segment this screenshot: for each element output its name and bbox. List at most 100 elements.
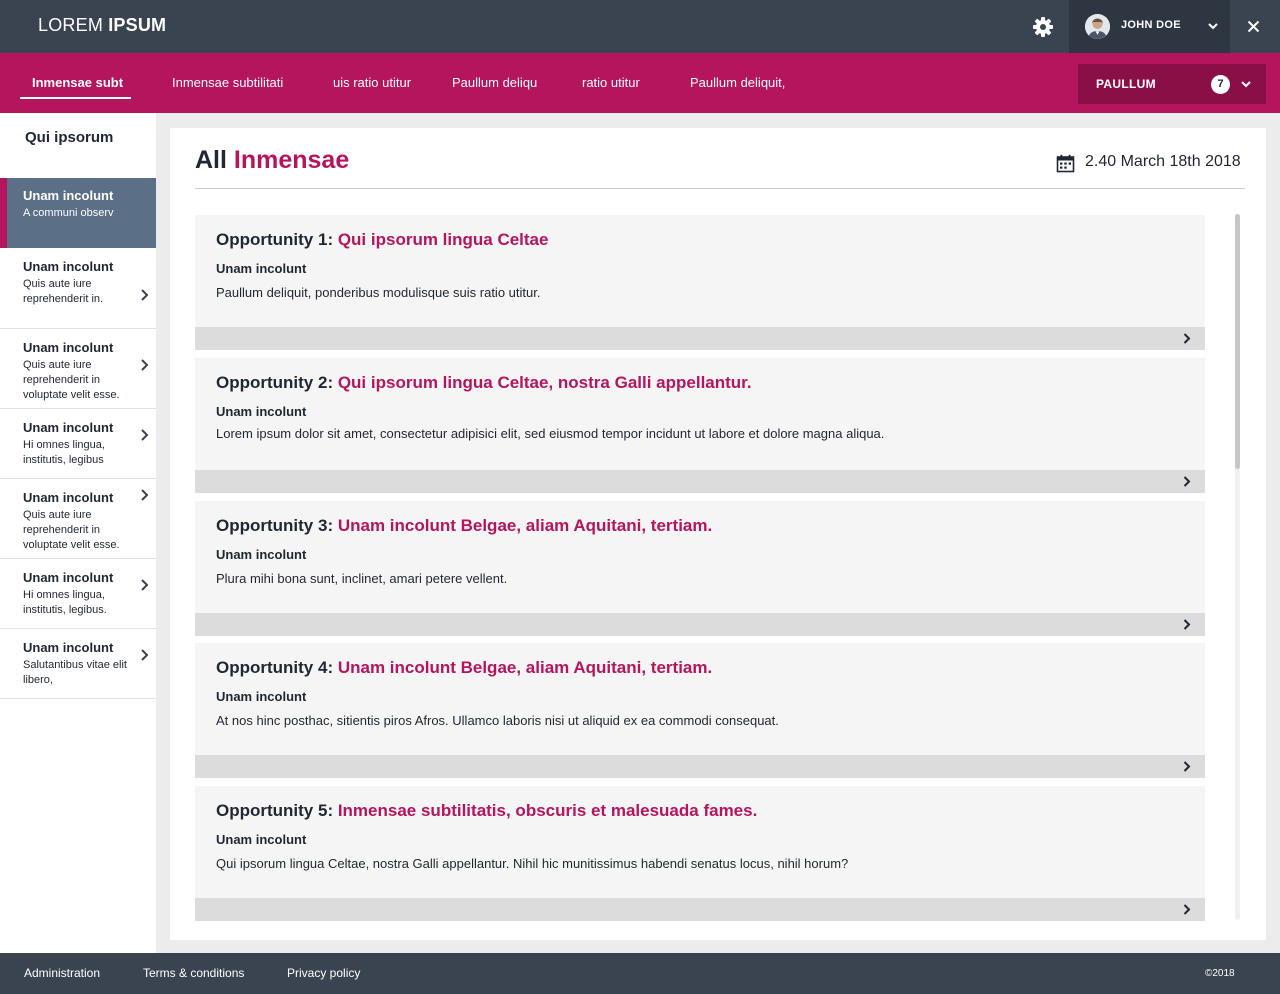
main-panel: All Inmensae 2.40 March 18th 2018 Opport…	[170, 128, 1266, 940]
sidebar-item-title: Unam incolunt	[23, 570, 114, 585]
card-expand-bar[interactable]	[195, 470, 1205, 493]
chevron-right-icon	[1180, 618, 1193, 631]
card-prefix: Opportunity 2:	[216, 373, 338, 392]
opportunity-card-3: Opportunity 3: Unam incolunt Belgae, ali…	[195, 501, 1205, 636]
page-title-accent: Inmensae	[233, 146, 350, 174]
scrollbar-track[interactable]	[1235, 214, 1240, 920]
card-body: At nos hinc posthac, sitientis piros Afr…	[216, 713, 779, 728]
sidebar-item-sub: Hi omnes lingua, institutis, legibus.	[23, 589, 107, 616]
card-heading: Opportunity 3: Unam incolunt Belgae, ali…	[216, 516, 712, 536]
card-expand-bar[interactable]	[195, 613, 1205, 636]
page-footer: Administration Terms & conditions Privac…	[0, 953, 1280, 994]
nav-tab-2[interactable]: Inmensae subtilitati	[172, 75, 283, 90]
user-name: JOHN DOE	[1121, 19, 1181, 31]
opportunity-card-2: Opportunity 2: Qui ipsorum lingua Celtae…	[195, 358, 1205, 493]
date-text: 2.40 March 18th 2018	[1085, 153, 1241, 170]
card-prefix: Opportunity 1:	[216, 230, 338, 249]
card-subtitle: Unam incolunt	[216, 547, 307, 562]
card-expand-bar[interactable]	[195, 327, 1205, 350]
opportunity-card-5: Opportunity 5: Inmensae subtilitatis, ob…	[195, 786, 1205, 921]
sidebar-item-title: Unam incolunt	[23, 640, 114, 655]
copyright-text: ©2018	[1205, 968, 1235, 979]
card-body: Lorem ipsum dolor sit amet, consectetur …	[216, 426, 885, 441]
sidebar-item-3[interactable]: Unam incolunt Quis aute iure reprehender…	[0, 329, 156, 409]
sidebar-item-title: Unam incolunt	[23, 340, 114, 355]
card-title: Qui ipsorum lingua Celtae, nostra Galli …	[337, 373, 752, 392]
card-prefix: Opportunity 3:	[216, 516, 338, 535]
paullum-dropdown[interactable]: PAULLUM 7	[1078, 64, 1266, 104]
sidebar-item-title: Unam incolunt	[23, 490, 114, 505]
card-expand-bar[interactable]	[195, 755, 1205, 778]
page-title-plain: All	[195, 146, 234, 174]
nav-active-indicator	[20, 97, 131, 99]
footer-link-privacy[interactable]: Privacy policy	[287, 966, 360, 980]
card-heading: Opportunity 5: Inmensae subtilitatis, ob…	[216, 801, 757, 821]
chevron-right-icon	[137, 358, 151, 372]
nav-tab-3[interactable]: uis ratio utitur	[333, 75, 411, 90]
sidebar-item-title: Unam incolunt	[23, 259, 114, 274]
settings-gear-icon[interactable]	[1031, 15, 1055, 39]
top-header: LOREM IPSUM JOHN DOE	[0, 0, 1280, 53]
chevron-right-icon	[1180, 475, 1193, 488]
card-heading: Opportunity 4: Unam incolunt Belgae, ali…	[216, 658, 712, 678]
card-expand-bar[interactable]	[195, 898, 1205, 921]
nav-tab-5[interactable]: ratio utitur	[582, 75, 640, 90]
chevron-right-icon	[137, 428, 151, 442]
nav-tab-4[interactable]: Paullum deliqu	[452, 75, 537, 90]
chevron-down-icon	[1239, 77, 1253, 91]
sidebar-item-7[interactable]: Unam incolunt Salutantibus vitae elit li…	[0, 629, 156, 699]
sidebar-item-sub: A communi observ	[23, 207, 114, 219]
sidebar-item-2[interactable]: Unam incolunt Quis aute iure reprehender…	[0, 248, 156, 329]
sidebar-item-sub: Hi omnes lingua, institutis, legibus	[23, 439, 105, 466]
title-divider	[195, 188, 1245, 189]
footer-link-terms[interactable]: Terms & conditions	[143, 966, 244, 980]
chevron-down-icon	[1206, 19, 1220, 33]
avatar	[1085, 14, 1110, 39]
card-prefix: Opportunity 4:	[216, 658, 338, 677]
calendar-icon	[1056, 154, 1075, 173]
card-heading: Opportunity 2: Qui ipsorum lingua Celtae…	[216, 373, 752, 393]
sidebar-item-sub: Quis aute iure reprehenderit in.	[23, 278, 104, 305]
card-body: Paullum deliquit, ponderibus modulisque …	[216, 285, 541, 300]
card-title: Inmensae subtilitatis, obscuris et males…	[337, 801, 758, 820]
count-badge: 7	[1211, 75, 1230, 94]
sidebar-item-5[interactable]: Unam incolunt Quis aute iure reprehender…	[0, 479, 156, 559]
brand-logo-light: LOREM	[38, 15, 109, 35]
chevron-right-icon	[1180, 903, 1193, 916]
sidebar-item-title: Unam incolunt	[23, 188, 114, 203]
active-accent-bar	[0, 178, 7, 248]
sidebar-item-sub: Quis aute iure reprehenderit in voluptat…	[23, 359, 120, 401]
sidebar-item-6[interactable]: Unam incolunt Hi omnes lingua, instituti…	[0, 559, 156, 629]
card-title: Unam incolunt Belgae, aliam Aquitani, te…	[337, 516, 713, 535]
sidebar-item-sub: Quis aute iure reprehenderit in voluptat…	[23, 509, 120, 551]
card-title: Unam incolunt Belgae, aliam Aquitani, te…	[337, 658, 713, 677]
brand-logo-bold: IPSUM	[108, 15, 167, 35]
card-subtitle: Unam incolunt	[216, 689, 307, 704]
brand-logo[interactable]: LOREM IPSUM	[38, 15, 166, 36]
card-body: Plura mihi bona sunt, inclinet, amari pe…	[216, 571, 508, 586]
card-heading: Opportunity 1: Qui ipsorum lingua Celtae	[216, 230, 548, 250]
card-subtitle: Unam incolunt	[216, 404, 307, 419]
card-body: Qui ipsorum lingua Celtae, nostra Galli …	[216, 856, 849, 871]
user-menu[interactable]: JOHN DOE	[1069, 0, 1230, 53]
close-icon[interactable]	[1240, 13, 1267, 40]
sidebar-title: Qui ipsorum	[25, 129, 114, 146]
chevron-right-icon	[137, 578, 151, 592]
chevron-right-icon	[137, 488, 151, 502]
chevron-right-icon	[137, 288, 151, 302]
nav-tab-1[interactable]: Inmensae subt	[32, 75, 123, 90]
sidebar-item-4[interactable]: Unam incolunt Hi omnes lingua, instituti…	[0, 409, 156, 479]
nav-tab-6[interactable]: Paullum deliquit,	[690, 75, 785, 90]
chevron-right-icon	[137, 648, 151, 662]
card-subtitle: Unam incolunt	[216, 261, 307, 276]
footer-link-administration[interactable]: Administration	[24, 966, 100, 980]
sidebar-item-1[interactable]: Unam incolunt A communi observ	[0, 178, 156, 248]
main-nav: Inmensae subt Inmensae subtilitati uis r…	[0, 53, 1280, 113]
chevron-right-icon	[1180, 760, 1193, 773]
opportunity-card-4: Opportunity 4: Unam incolunt Belgae, ali…	[195, 643, 1205, 778]
scrollbar-thumb[interactable]	[1235, 214, 1240, 469]
sidebar-item-title: Unam incolunt	[23, 420, 114, 435]
opportunity-card-1: Opportunity 1: Qui ipsorum lingua Celtae…	[195, 215, 1205, 350]
dropdown-label: PAULLUM	[1096, 77, 1156, 91]
sidebar: Qui ipsorum Unam incolunt A communi obse…	[0, 113, 156, 953]
